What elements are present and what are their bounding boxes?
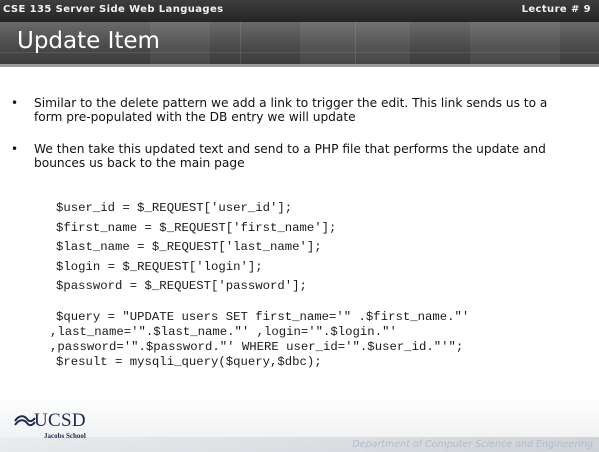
- jacobs-school-label: Jacobs School: [44, 432, 86, 440]
- header-bar: CSE 135 Server Side Web Languages Lectur…: [0, 0, 599, 22]
- code-line: ,last_name='".$last_name."' ,login='".$l…: [50, 325, 397, 339]
- title-texture: [470, 22, 560, 64]
- code-line: $password = $_REQUEST['password'];: [56, 279, 307, 293]
- title-bar: Update Item: [0, 22, 599, 64]
- code-line: $query = "UPDATE users SET first_name='"…: [56, 310, 470, 324]
- code-line: ,password='".$password."' WHERE user_id=…: [50, 340, 464, 354]
- ucsd-logo: UCSD: [34, 410, 86, 431]
- code-line: $last_name = $_REQUEST['last_name'];: [56, 240, 322, 254]
- bullet-item: • We then take this updated text and sen…: [11, 142, 574, 170]
- bullet-text: Similar to the delete pattern we add a l…: [34, 96, 548, 124]
- bullet-dot: •: [11, 142, 19, 156]
- code-line: $result = mysqli_query($query,$dbc);: [56, 355, 322, 369]
- bullet-text: We then take this updated text and send …: [34, 142, 546, 170]
- course-title: CSE 135 Server Side Web Languages: [3, 4, 224, 15]
- department-name: Department of Computer Science and Engin…: [352, 439, 593, 450]
- ucsd-wave-icon: [14, 415, 36, 427]
- code-line: $user_id = $_REQUEST['user_id'];: [56, 201, 293, 215]
- title-texture-line: [240, 22, 241, 64]
- code-line: $first_name = $_REQUEST['first_name'];: [56, 221, 337, 235]
- lecture-number: Lecture # 9: [521, 4, 591, 15]
- slide: CSE 135 Server Side Web Languages Lectur…: [0, 0, 599, 452]
- bullet-dot: •: [11, 96, 19, 110]
- code-line: $login = $_REQUEST['login'];: [56, 260, 263, 274]
- title-texture-line: [355, 22, 356, 64]
- slide-title: Update Item: [17, 28, 160, 54]
- title-divider: [0, 64, 599, 67]
- bullet-item: • Similar to the delete pattern we add a…: [11, 96, 574, 124]
